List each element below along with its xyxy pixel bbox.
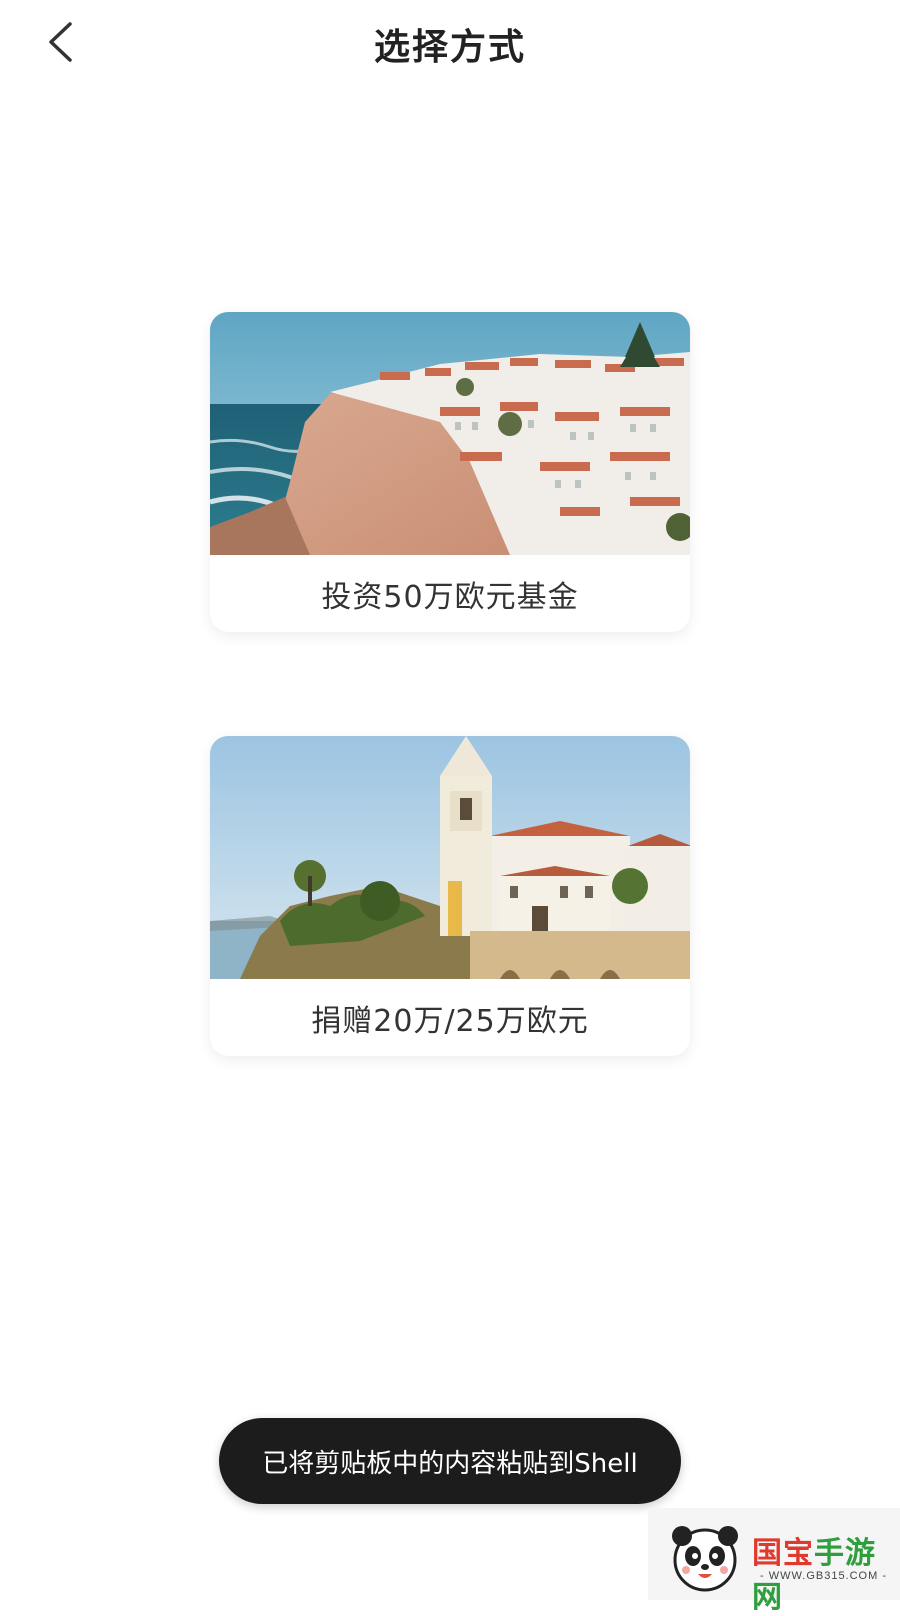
watermark-url: - WWW.GB315.COM - bbox=[760, 1570, 887, 1582]
toast-message: 已将剪贴板中的内容粘贴到Shell bbox=[219, 1418, 681, 1504]
site-watermark: 国宝手游网 - WWW.GB315.COM - bbox=[648, 1508, 900, 1615]
option-card-donation[interactable]: 捐赠20万/25万欧元 bbox=[210, 736, 690, 1056]
option-label: 投资50万欧元基金 bbox=[321, 579, 579, 615]
top-bar: 选择方式 bbox=[0, 0, 900, 90]
coastal-cliff-town-image bbox=[210, 312, 690, 555]
option-card-invest-fund[interactable]: 投资50万欧元基金 bbox=[210, 312, 690, 632]
church-tower-seaside-image bbox=[210, 736, 690, 979]
option-label: 捐赠20万/25万欧元 bbox=[311, 1003, 589, 1039]
panda-logo-icon bbox=[668, 1522, 742, 1596]
page-title: 选择方式 bbox=[373, 27, 526, 68]
